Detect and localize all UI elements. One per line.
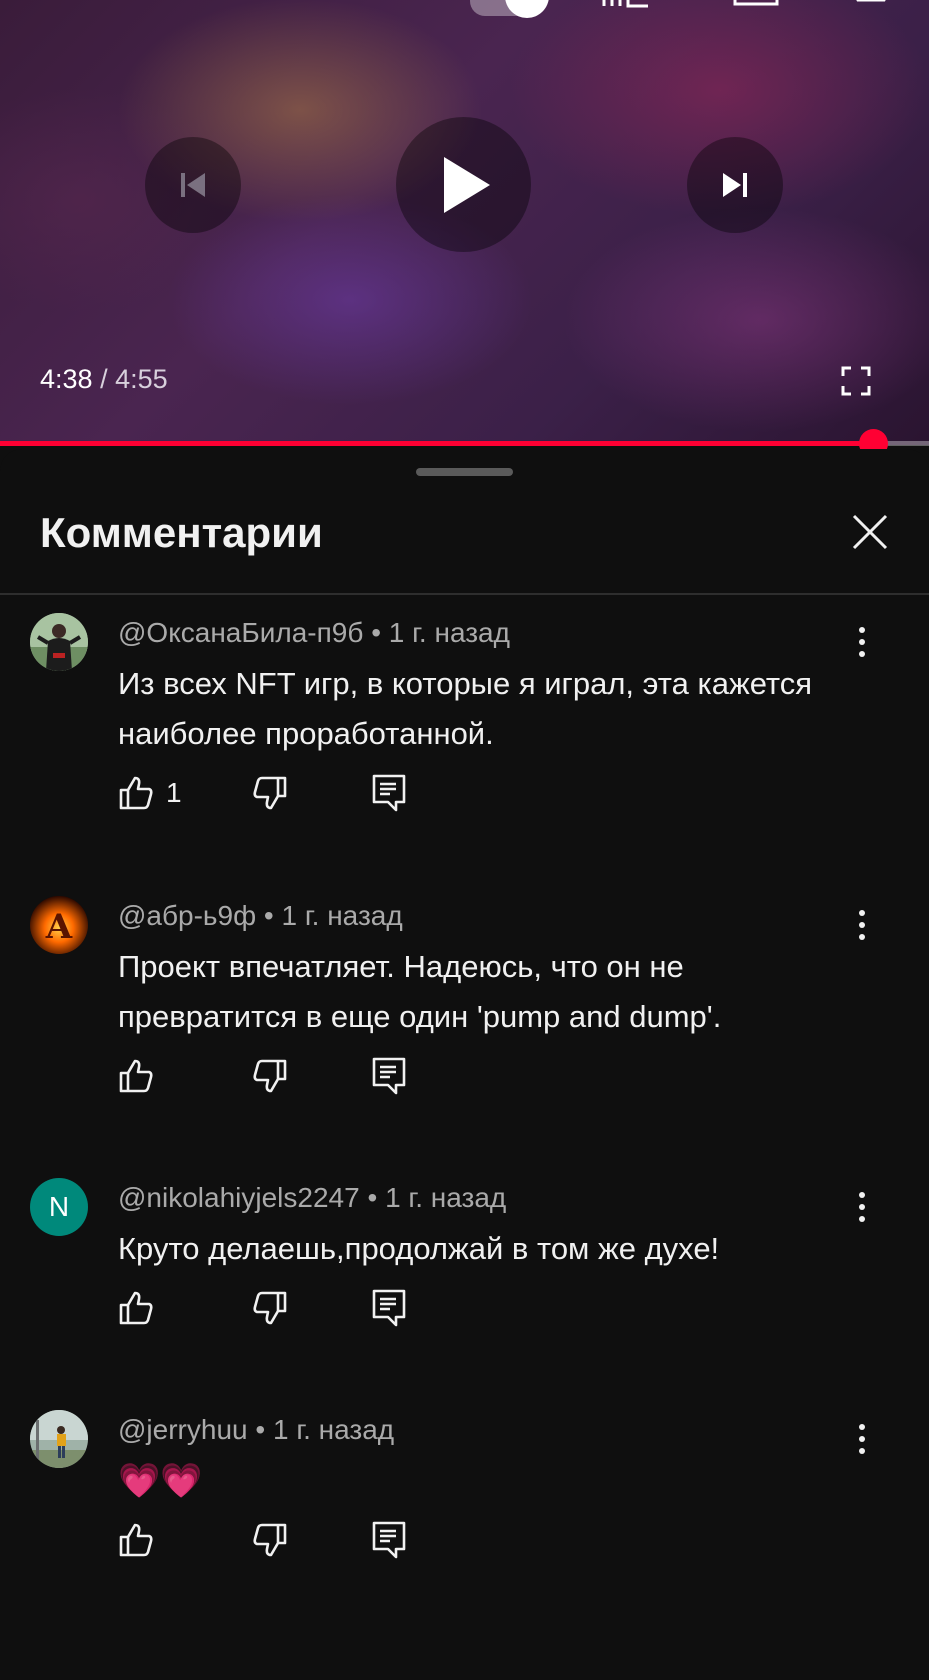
more-vert-icon[interactable] — [852, 625, 872, 659]
avatar-photo — [30, 613, 88, 671]
comment-meta: @nikolahiyjels2247 • 1 г. назад — [118, 1182, 506, 1214]
comment-text: 💗💗 — [118, 1462, 203, 1500]
reply-button[interactable] — [372, 1520, 406, 1560]
thumbs-up-icon — [119, 1523, 153, 1557]
close-icon[interactable] — [850, 512, 890, 552]
meta-dot: • — [371, 617, 389, 648]
drag-handle[interactable] — [416, 468, 513, 476]
comment-item: A @абр-ь9ф • 1 г. назад Проект впечатляе… — [0, 896, 929, 1166]
like-button[interactable] — [118, 1056, 154, 1096]
thumbs-down-icon — [253, 776, 287, 810]
comment-item: @ОксанаБила-п9б • 1 г. назад Из всех NFT… — [0, 613, 929, 883]
reply-icon — [372, 1289, 406, 1327]
meta-dot: • — [367, 1182, 386, 1213]
like-button[interactable] — [118, 1288, 154, 1328]
comment-item: @jerryhuu • 1 г. назад 💗💗 — [0, 1410, 929, 1680]
current-time: 4:38 — [40, 364, 93, 394]
thumbs-down-icon — [253, 1059, 287, 1093]
thumbs-up-icon — [119, 776, 153, 810]
duration: 4:55 — [115, 364, 168, 394]
comment-time: 1 г. назад — [385, 1182, 507, 1213]
dislike-button[interactable] — [252, 1520, 288, 1560]
avatar[interactable] — [30, 1410, 88, 1468]
fullscreen-icon[interactable] — [841, 366, 871, 396]
video-player[interactable]: 4:38 / 4:55 — [0, 0, 929, 445]
comments-sheet: Комментарии @ОксанаБила-п9б • 1 г. назад… — [0, 449, 929, 1600]
avatar-photo — [30, 1410, 88, 1468]
skip-next-icon — [723, 173, 747, 197]
divider — [0, 593, 929, 595]
previous-button[interactable] — [145, 137, 241, 233]
comment-time: 1 г. назад — [272, 1414, 395, 1445]
play-button[interactable] — [396, 117, 531, 252]
time-display: 4:38 / 4:55 — [40, 364, 168, 395]
avatar-letter: A — [45, 907, 73, 947]
avatar[interactable] — [30, 613, 88, 671]
avatar-fire-letter: A — [30, 896, 88, 954]
like-button[interactable] — [118, 1520, 154, 1560]
avatar[interactable]: A — [30, 896, 88, 954]
thumbs-down-icon — [253, 1523, 287, 1557]
comment-item: N @nikolahiyjels2247 • 1 г. назад Круто … — [0, 1178, 929, 1448]
dislike-button[interactable] — [252, 1288, 288, 1328]
like-count: 1 — [166, 777, 182, 808]
reply-icon — [372, 1521, 406, 1559]
comment-text: Круто делаешь,продолжай в том же духе! — [118, 1231, 720, 1266]
dislike-button[interactable] — [252, 1056, 288, 1096]
comment-author[interactable]: @ОксанаБила-п9б — [118, 617, 363, 648]
meta-dot: • — [255, 1414, 273, 1445]
comment-author[interactable]: @nikolahiyjels2247 — [118, 1182, 360, 1213]
comment-text: Проект впечатляет. Надеюсь, что он не пр… — [118, 949, 722, 1034]
reply-button[interactable] — [372, 1056, 406, 1096]
reply-button[interactable] — [372, 1288, 406, 1328]
comment-meta: @ОксанаБила-п9б • 1 г. назад — [118, 617, 510, 649]
avatar[interactable]: N — [30, 1178, 88, 1236]
next-button[interactable] — [687, 137, 783, 233]
reply-icon — [372, 774, 406, 812]
reply-icon — [372, 1057, 406, 1095]
comment-author[interactable]: @абр-ь9ф — [118, 900, 256, 931]
captions-icon[interactable] — [733, 0, 779, 8]
comment-text: Из всех NFT игр, в которые я играл, эта … — [118, 666, 813, 751]
comment-meta: @абр-ь9ф • 1 г. назад — [118, 900, 403, 932]
thumbs-up-icon — [119, 1291, 153, 1325]
comment-author[interactable]: @jerryhuu — [118, 1414, 248, 1445]
comment-meta: @jerryhuu • 1 г. назад — [118, 1414, 394, 1446]
play-icon — [443, 156, 490, 213]
cast-icon[interactable] — [600, 0, 650, 8]
skip-previous-icon — [181, 173, 205, 197]
more-vert-icon[interactable] — [852, 1190, 872, 1224]
comment-time: 1 г. назад — [388, 617, 510, 648]
settings-icon[interactable] — [850, 0, 892, 10]
dislike-button[interactable] — [252, 773, 288, 813]
comments-title: Комментарии — [40, 509, 323, 556]
more-vert-icon[interactable] — [852, 1422, 872, 1456]
thumbs-up-icon — [119, 1059, 153, 1093]
progress-played — [0, 441, 873, 446]
comment-time: 1 г. назад — [281, 900, 403, 931]
like-button[interactable]: 1 — [118, 773, 182, 813]
more-vert-icon[interactable] — [852, 908, 872, 942]
meta-dot: • — [263, 900, 282, 931]
thumbs-down-icon — [253, 1291, 287, 1325]
reply-button[interactable] — [372, 773, 406, 813]
avatar-letter: N — [48, 1191, 70, 1222]
time-separator: / — [100, 364, 108, 394]
